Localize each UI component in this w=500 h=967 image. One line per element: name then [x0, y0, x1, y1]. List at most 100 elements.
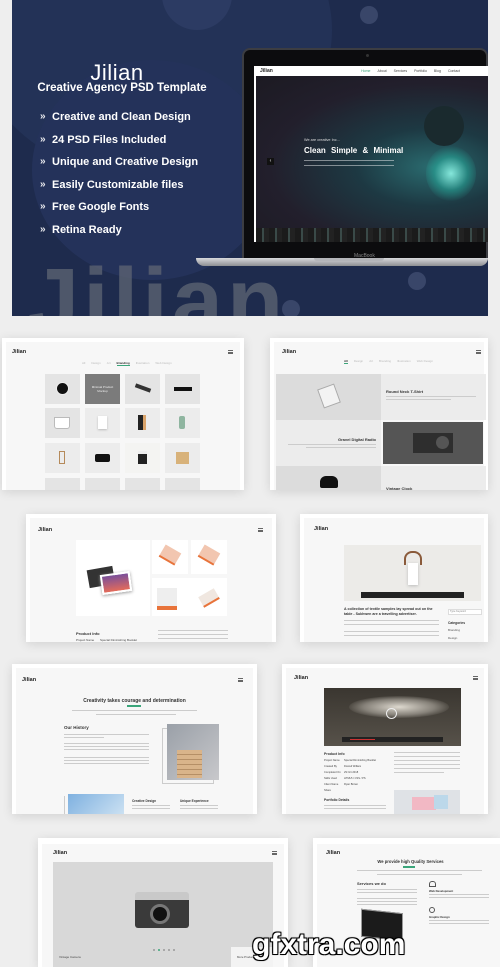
nav-portfolio[interactable]: Portfolio: [414, 69, 427, 73]
play-icon[interactable]: [386, 708, 397, 719]
filter-tab[interactable]: Web Design: [155, 361, 171, 366]
filter-tab[interactable]: Design: [91, 361, 100, 366]
preview-portfolio-list: Jilian All Design Art Branding Illustrat…: [270, 338, 488, 490]
portfolio-tile[interactable]: [45, 408, 80, 438]
filter-tabs: All Design Art Branding Illustration Web…: [82, 361, 172, 366]
filter-tab[interactable]: Design: [354, 359, 363, 364]
history-title: Our History: [64, 725, 89, 730]
slider-dot[interactable]: [153, 949, 155, 951]
hero-photo-person: [424, 106, 464, 146]
feature-item: » Retina Ready: [40, 223, 198, 246]
laptop-screen: Jilian Home About Services Portfolio Blo…: [254, 66, 488, 242]
menu-icon[interactable]: [473, 676, 478, 680]
portfolio-tile[interactable]: [125, 408, 160, 438]
filter-tab[interactable]: Web Design: [417, 359, 433, 364]
portfolio-tile[interactable]: [45, 478, 80, 490]
nav-services[interactable]: Services: [394, 69, 407, 73]
portfolio-tile[interactable]: [165, 374, 200, 404]
preview-portfolio-grid: Jilian All Design Art Branding Illustrat…: [2, 338, 244, 490]
portfolio-tile[interactable]: [85, 443, 120, 473]
filter-tab[interactable]: Art: [107, 361, 111, 366]
gallery-thumb[interactable]: [152, 540, 188, 574]
portfolio-text: Round Neck T-Shirt: [381, 374, 486, 420]
menu-icon[interactable]: [272, 851, 277, 855]
filter-tab[interactable]: Illustration: [397, 359, 411, 364]
site-logo: Jilian: [294, 675, 309, 681]
radio-image: [413, 433, 453, 453]
site-hero: We are creative Inc... Clean Simple & Mi…: [256, 76, 488, 228]
deer-head: [408, 563, 418, 585]
feature-list: » Creative and Clean Design » 24 PSD Files…: [40, 110, 198, 245]
site-logo: Jilian: [326, 850, 341, 856]
nav-blog[interactable]: Blog: [434, 69, 441, 73]
portfolio-tile[interactable]: [125, 374, 160, 404]
kettle-image: [138, 415, 146, 430]
portfolio-tile[interactable]: [165, 443, 200, 473]
video-player[interactable]: [324, 688, 461, 746]
bullet-icon: »: [40, 111, 46, 122]
menu-icon[interactable]: [258, 528, 263, 532]
slider-dot-active[interactable]: [158, 949, 160, 951]
preview-blog-single: Jilian A collection of textile samples l…: [300, 514, 488, 642]
portfolio-tile[interactable]: [85, 478, 120, 490]
portfolio-tile[interactable]: [165, 408, 200, 438]
portfolio-tile[interactable]: Minimal Product Mockup: [85, 374, 120, 404]
site-logo: Jilian: [53, 850, 68, 856]
category-item[interactable]: Design: [448, 636, 457, 640]
preview-video-product: Jilian Product Info Project Name Special…: [282, 664, 488, 814]
video-controls[interactable]: [361, 592, 464, 598]
service-graphic-design: Graphic Design: [429, 915, 450, 919]
slider-dot[interactable]: [163, 949, 165, 951]
slider-dot[interactable]: [168, 949, 170, 951]
shirt-image: [317, 383, 341, 409]
bokeh-dot: [360, 6, 378, 24]
gallery-thumb[interactable]: [191, 540, 227, 574]
filter-tab-active[interactable]: All: [344, 359, 348, 364]
bokeh-dot: [408, 272, 426, 290]
nav-home[interactable]: Home: [361, 69, 370, 73]
search-input[interactable]: Type Keyword: [448, 609, 482, 615]
feature-item: » 24 PSD Files Included: [40, 133, 198, 156]
filter-tab[interactable]: Art: [369, 359, 373, 364]
clock-image: [320, 476, 338, 488]
portfolio-tile[interactable]: [85, 408, 120, 438]
portfolio-tile[interactable]: [165, 478, 200, 490]
categories-title: Categories: [448, 621, 466, 625]
video-player[interactable]: [344, 545, 481, 601]
gallery-main-image[interactable]: [76, 540, 150, 616]
slider-prev-button[interactable]: ‹: [267, 158, 274, 165]
portfolio-tile[interactable]: [45, 374, 80, 404]
slider-dot[interactable]: [173, 949, 175, 951]
filter-tab-active[interactable]: Branding: [116, 361, 130, 366]
portfolio-tile[interactable]: [125, 478, 160, 490]
gallery-thumb[interactable]: [152, 578, 227, 616]
cloud-icon: [429, 881, 436, 887]
portfolio-text: Gravel Digital Radio: [276, 420, 381, 466]
menu-icon[interactable]: [238, 678, 243, 682]
video-controls[interactable]: [342, 737, 443, 742]
menu-icon[interactable]: [476, 350, 481, 354]
site-nav: Jilian Home About Services Portfolio Blo…: [254, 66, 488, 76]
feature-image: [68, 794, 124, 814]
nav-contact[interactable]: Contact: [448, 69, 460, 73]
portfolio-image[interactable]: [276, 466, 381, 490]
camera-image: [135, 892, 189, 928]
post-title: A collection of textile samples lay spre…: [344, 607, 433, 616]
portfolio-tile[interactable]: [45, 443, 80, 473]
usb-image: [134, 383, 152, 393]
portfolio-image[interactable]: [383, 422, 483, 464]
portfolio-tile[interactable]: [125, 443, 160, 473]
filter-tab[interactable]: Illustration: [136, 361, 150, 366]
product-image: [394, 790, 460, 814]
bullet-icon: »: [40, 133, 46, 145]
portfolio-image[interactable]: [276, 374, 381, 420]
hero-headline: Clean Simple & Minimal: [304, 146, 404, 155]
filter-tab[interactable]: All: [82, 361, 85, 366]
menu-icon[interactable]: [228, 350, 233, 354]
camera-dot: [366, 54, 369, 57]
portfolio-text: Vintage Clock: [381, 466, 486, 490]
category-item[interactable]: Branding: [448, 628, 460, 632]
filter-tab[interactable]: Branding: [379, 359, 391, 364]
nav-about[interactable]: About: [378, 69, 387, 73]
slider-stage: Vintage Camera More Product Details: [53, 862, 273, 967]
